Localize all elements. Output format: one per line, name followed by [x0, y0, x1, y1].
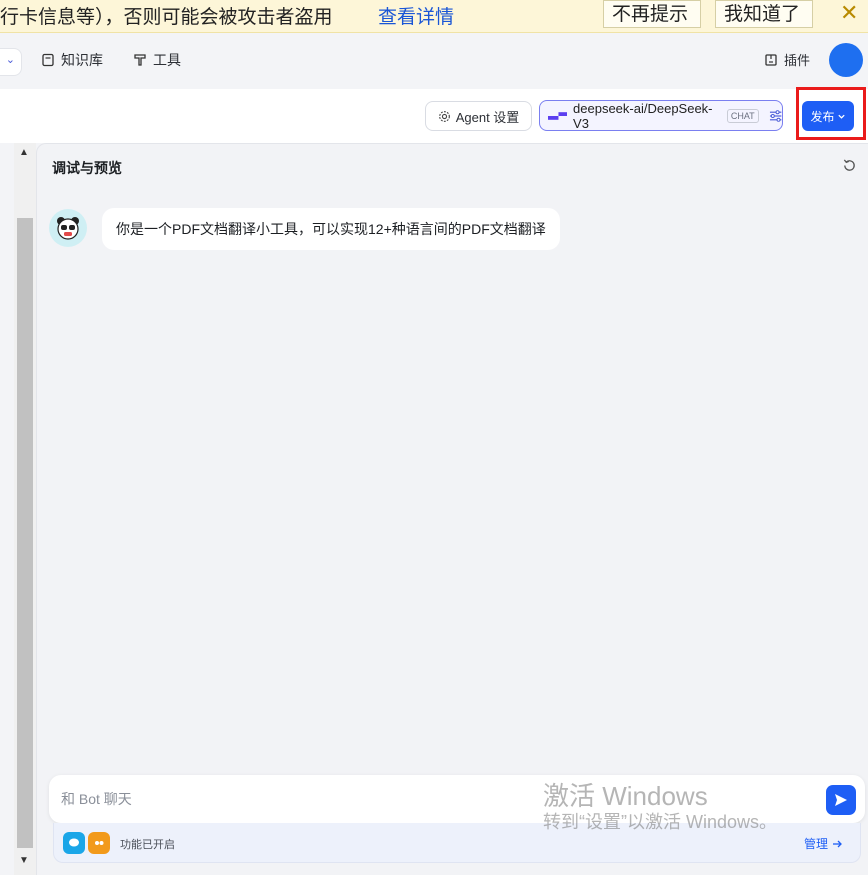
nav-item-plugin[interactable]: 插件 [764, 50, 810, 69]
send-icon [835, 794, 847, 806]
quote-icon [88, 832, 110, 854]
scroll-up-arrow-icon[interactable]: ▲ [19, 147, 29, 158]
user-avatar[interactable] [829, 43, 863, 77]
nav-item-knowledge[interactable]: 知识库 [41, 50, 103, 70]
publish-label: 发布 [810, 109, 835, 124]
model-name: deepseek-ai/DeepSeek-V3 [573, 100, 713, 131]
features-enabled-label: 功能已开启 [120, 839, 175, 851]
security-warning-banner: 行卡信息等），否则可能会被攻击者盗用 查看详情 不再提示 我知道了 ✕ [0, 0, 868, 33]
gear-icon [438, 110, 450, 122]
chevron-down-icon: ⌄ [5, 54, 15, 66]
tool-icon [134, 54, 146, 66]
model-logo-icon [548, 111, 568, 120]
send-button[interactable] [826, 785, 856, 815]
panel-title: 调试与预览 [52, 160, 122, 176]
debug-preview-panel: 调试与预览 你是一个PDF文档翻译小工具，可以实现12+种语言间的PDF文档翻译… [36, 143, 868, 875]
bot-message: 你是一个PDF文档翻译小工具，可以实现12+种语言间的PDF文档翻译 [102, 208, 560, 250]
nav-plugin-label: 插件 [784, 53, 811, 68]
arrow-right-icon [833, 840, 842, 847]
scroll-down-arrow-icon[interactable]: ▼ [19, 855, 29, 866]
bot-avatar [49, 209, 87, 247]
dont-show-again-button[interactable]: 不再提示 [603, 0, 701, 28]
top-navigation: ⌄ 知识库 工具 插件 [0, 34, 868, 89]
vertical-scrollbar[interactable]: ▲ ▼ [14, 143, 36, 875]
close-icon[interactable]: ✕ [840, 0, 858, 26]
chevron-down-icon [837, 114, 845, 119]
scroll-thumb[interactable] [17, 218, 33, 848]
sliders-icon[interactable] [769, 109, 782, 123]
agent-toolbar: Agent 设置 deepseek-ai/DeepSeek-V3 CHAT 发布 [0, 89, 868, 143]
refresh-icon[interactable] [842, 158, 857, 173]
panda-icon [57, 217, 79, 240]
model-type-tag: CHAT [726, 108, 759, 123]
manage-link[interactable]: 管理 [804, 835, 842, 852]
nav-knowledge-label: 知识库 [61, 52, 103, 68]
agent-settings-button[interactable]: Agent 设置 [425, 101, 532, 131]
got-it-button[interactable]: 我知道了 [715, 0, 813, 28]
banner-message: 行卡信息等），否则可能会被攻击者盗用 [0, 7, 333, 28]
watermark-subtitle: 转到“设置”以激活 Windows。 [543, 812, 778, 832]
model-selector[interactable]: deepseek-ai/DeepSeek-V3 CHAT [539, 100, 783, 131]
plugin-icon [765, 53, 777, 66]
book-icon [42, 53, 54, 67]
view-details-link[interactable]: 查看详情 [378, 2, 454, 29]
workspace-dropdown[interactable]: ⌄ [0, 48, 22, 76]
nav-item-tools[interactable]: 工具 [133, 50, 181, 70]
nav-tools-label: 工具 [153, 52, 181, 68]
agent-settings-label: Agent 设置 [455, 109, 520, 125]
publish-button[interactable]: 发布 [802, 101, 854, 131]
chat-bubble-icon [63, 832, 85, 854]
manage-label: 管理 [804, 837, 829, 851]
